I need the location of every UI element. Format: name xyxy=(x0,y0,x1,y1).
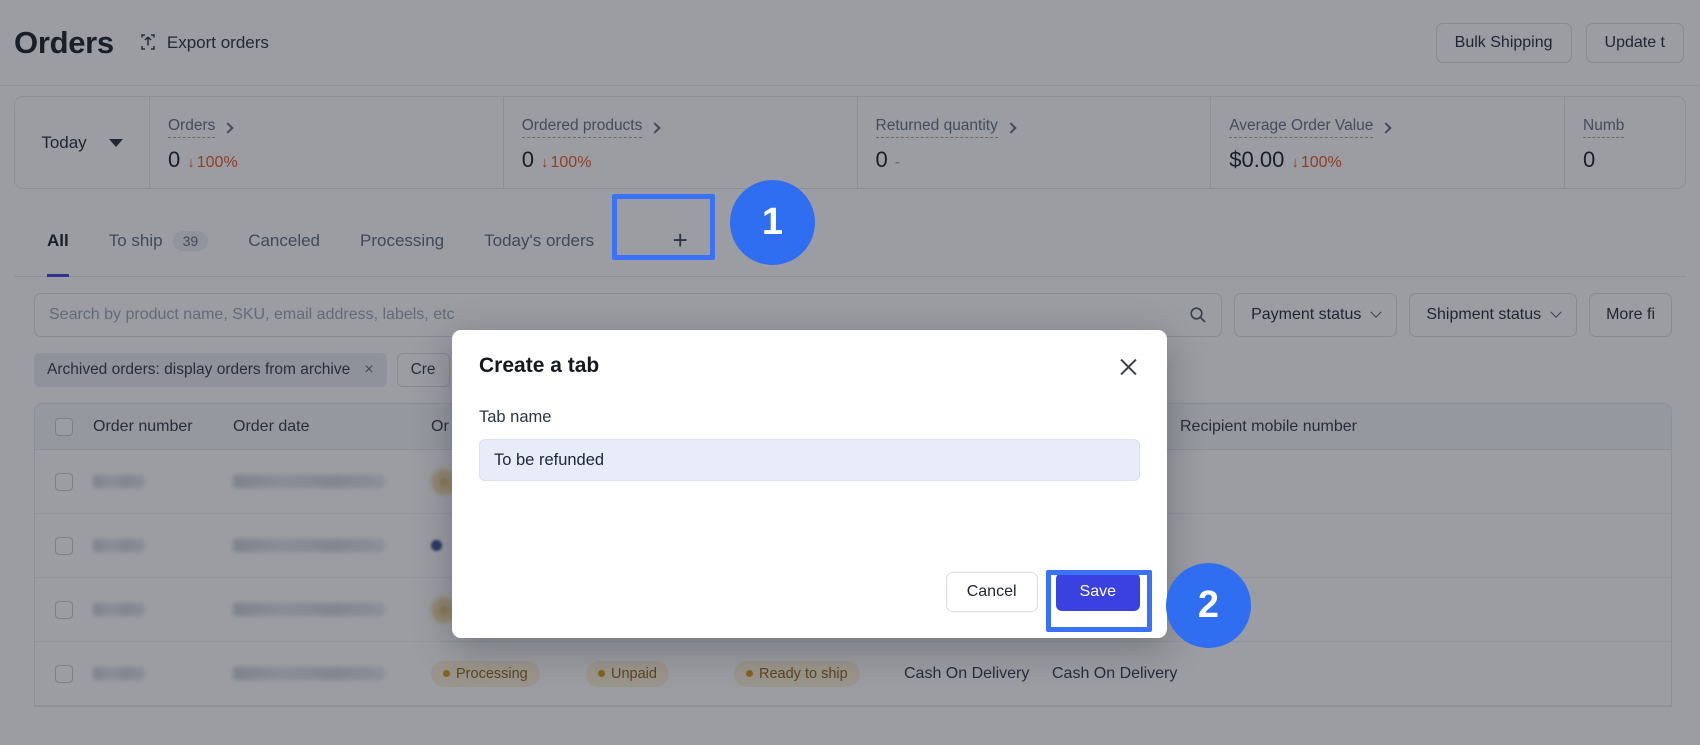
annotation-badge-2: 2 xyxy=(1166,563,1251,648)
annotation-number: 1 xyxy=(762,201,783,244)
close-icon[interactable] xyxy=(1115,354,1141,380)
create-tab-modal: Create a tab Tab name To be refunded Can… xyxy=(452,330,1167,638)
modal-title: Create a tab xyxy=(479,354,599,378)
modal-header: Create a tab xyxy=(452,330,1167,380)
cancel-button[interactable]: Cancel xyxy=(946,572,1038,612)
tab-name-value: To be refunded xyxy=(494,451,604,470)
annotation-badge-1: 1 xyxy=(730,180,815,265)
modal-footer: Cancel Save xyxy=(452,572,1167,638)
save-button[interactable]: Save xyxy=(1056,573,1140,611)
annotation-number: 2 xyxy=(1198,584,1219,627)
tab-name-input[interactable]: To be refunded xyxy=(479,439,1140,481)
modal-body: Tab name To be refunded xyxy=(452,380,1167,572)
tab-name-label: Tab name xyxy=(479,408,1140,427)
